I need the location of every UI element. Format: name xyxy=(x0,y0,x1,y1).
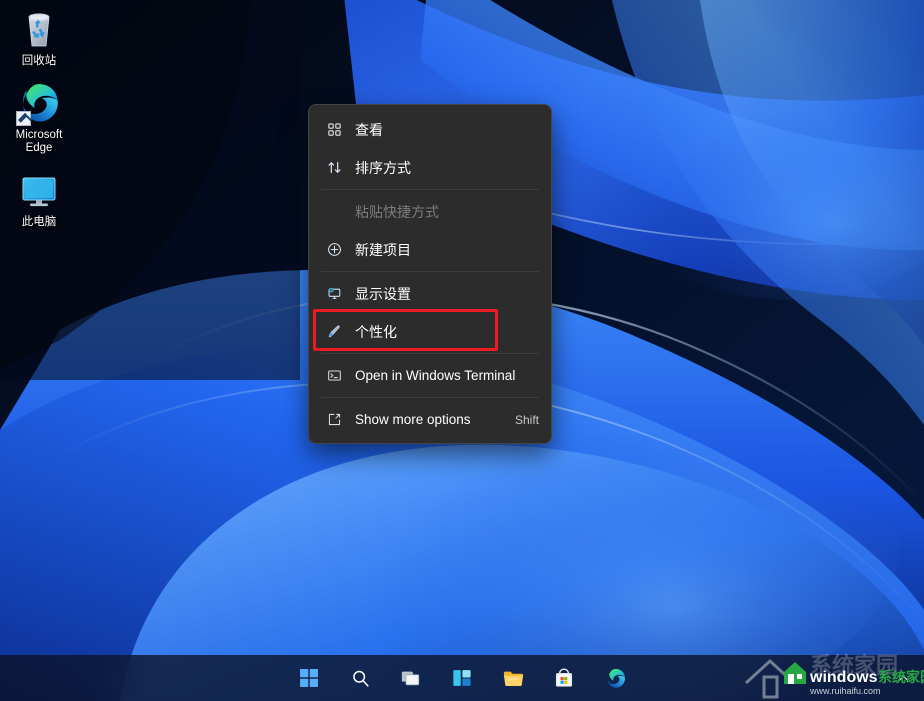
widgets-button[interactable] xyxy=(443,659,481,697)
context-menu-item-open-terminal[interactable]: Open in Windows Terminal xyxy=(313,357,547,394)
desktop-icon-this-pc[interactable]: 此电脑 xyxy=(0,167,78,229)
expand-options-icon xyxy=(323,410,345,430)
context-menu-separator xyxy=(321,353,539,354)
windows-logo-icon xyxy=(300,669,318,687)
folder-icon xyxy=(503,671,523,686)
context-menu-item-label: 新建项目 xyxy=(355,241,411,258)
sort-arrows-icon xyxy=(323,158,345,178)
recycle-bin-icon xyxy=(16,6,62,52)
context-menu-item-view[interactable]: 查看 xyxy=(313,111,547,148)
context-menu-item-label: 排序方式 xyxy=(355,159,411,176)
context-menu-separator xyxy=(321,271,539,272)
search-button[interactable] xyxy=(341,659,379,697)
show-hidden-icons-button[interactable] xyxy=(892,663,914,693)
monitor-gear-icon xyxy=(323,284,345,304)
task-view-button[interactable] xyxy=(392,659,430,697)
widgets-icon xyxy=(453,670,471,686)
context-menu-separator xyxy=(321,397,539,398)
microsoft-store-button[interactable] xyxy=(545,659,583,697)
this-pc-icon xyxy=(16,167,62,213)
taskbar-button-group xyxy=(290,659,634,697)
context-menu-item-label: 显示设置 xyxy=(355,285,411,302)
context-menu-item-paste-shortcut: 粘贴快捷方式 xyxy=(313,193,547,230)
context-menu-item-label: Show more options xyxy=(355,412,471,427)
desktop-icon-list: 回收站 Microsoft Edge 此电脑 xyxy=(0,6,78,241)
shortcut-arrow-icon xyxy=(16,111,31,126)
search-icon xyxy=(352,670,369,687)
plus-circle-icon xyxy=(323,240,345,260)
task-view-icon xyxy=(401,671,420,686)
paintbrush-icon xyxy=(323,322,345,342)
paste-shortcut-icon-placeholder xyxy=(323,202,345,222)
desktop-icon-microsoft-edge[interactable]: Microsoft Edge xyxy=(0,80,78,155)
context-menu-item-label: 个性化 xyxy=(355,323,397,340)
context-menu-item-sort-by[interactable]: 排序方式 xyxy=(313,149,547,186)
desktop-icon-label: Microsoft Edge xyxy=(15,129,63,154)
system-tray xyxy=(892,655,918,701)
start-button[interactable] xyxy=(290,659,328,697)
desktop-icon-label: 回收站 xyxy=(21,55,57,67)
microsoft-edge-icon xyxy=(16,80,62,126)
context-menu-item-new[interactable]: 新建项目 xyxy=(313,231,547,268)
terminal-icon xyxy=(323,366,345,386)
chevron-up-icon xyxy=(898,675,908,681)
desktop-context-menu[interactable]: 查看 排序方式 粘贴快捷方式 新建项目 显示设置 个性化 Open in Win… xyxy=(308,104,552,444)
edge-icon xyxy=(607,668,625,688)
desktop-icon-recycle-bin[interactable]: 回收站 xyxy=(0,6,78,68)
context-menu-separator xyxy=(321,189,539,190)
file-explorer-button[interactable] xyxy=(494,659,532,697)
context-menu-item-display-settings[interactable]: 显示设置 xyxy=(313,275,547,312)
edge-taskbar-button[interactable] xyxy=(596,659,634,697)
context-menu-item-label: 粘贴快捷方式 xyxy=(355,203,439,220)
context-menu-item-label: Open in Windows Terminal xyxy=(355,368,516,383)
context-menu-item-personalize[interactable]: 个性化 xyxy=(313,313,547,350)
grid-icon xyxy=(323,120,345,140)
context-menu-item-label: 查看 xyxy=(355,121,383,138)
context-menu-item-show-more-options[interactable]: Show more options Shift xyxy=(313,401,547,438)
context-menu-item-shortcut: Shift xyxy=(514,412,539,427)
desktop-screen: 回收站 Microsoft Edge 此电脑 查看 排序方式 粘贴快捷方式 新建… xyxy=(0,0,924,701)
microsoft-store-icon xyxy=(555,668,573,687)
desktop-icon-label: 此电脑 xyxy=(21,216,57,228)
taskbar xyxy=(0,655,924,701)
